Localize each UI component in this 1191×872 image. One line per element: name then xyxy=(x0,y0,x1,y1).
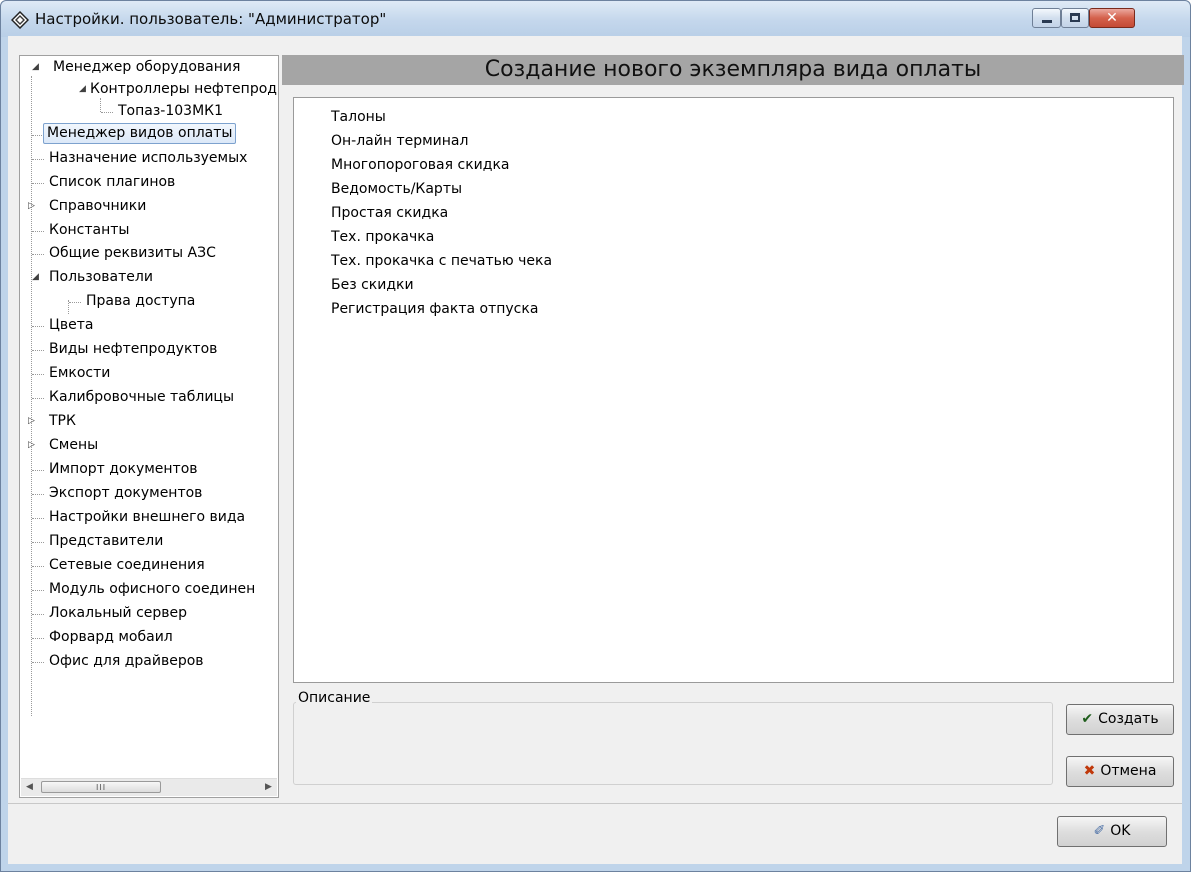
tree-item-label: Справочники xyxy=(49,198,147,214)
list-item[interactable]: Тех. прокачка с печатью чека xyxy=(331,249,552,273)
scroll-right-icon[interactable]: ▶ xyxy=(260,779,277,796)
tree-item-label: Настройки внешнего вида xyxy=(49,509,246,525)
tree-guide-line xyxy=(32,518,44,519)
tree-item-label: Менеджер оборудования xyxy=(53,59,241,75)
tree-item-label: Емкости xyxy=(49,365,111,381)
tree-item-label: Пользователи xyxy=(49,269,153,285)
checkmark-icon: ✔ xyxy=(1081,711,1094,727)
footer-divider xyxy=(8,803,1182,804)
panel-title: Создание нового экземпляра вида оплаты xyxy=(484,57,982,82)
ok-button[interactable]: ✐ OK xyxy=(1057,816,1167,847)
list-item[interactable]: Без скидки xyxy=(331,273,414,297)
tree-item-label: Калибровочные таблицы xyxy=(49,389,235,405)
tree-guide-line xyxy=(32,542,44,543)
collapse-icon[interactable]: ◢ xyxy=(32,266,39,288)
tree-item-label: Константы xyxy=(49,222,130,238)
tree-item-label: Представители xyxy=(49,533,164,549)
tree-guide-line xyxy=(69,302,81,303)
tree-item-label: Менеджер видов оплаты xyxy=(43,123,237,144)
expand-icon[interactable]: ▷ xyxy=(28,195,35,217)
list-item[interactable]: Простая скидка xyxy=(331,201,448,225)
tree-item-label: ТРК xyxy=(49,413,76,429)
description-group xyxy=(293,702,1053,785)
settings-tree[interactable]: ◢ Менеджер оборудования ◢ Контроллеры не… xyxy=(19,55,279,798)
list-item[interactable]: Талоны xyxy=(331,105,386,129)
tree-item-label: Цвета xyxy=(49,317,94,333)
description-label: Описание xyxy=(296,690,373,706)
tree-item-label: Локальный сервер xyxy=(49,605,188,621)
tree-guide-line xyxy=(32,590,44,591)
tree-guide-line xyxy=(32,350,44,351)
tree-guide-line xyxy=(32,398,44,399)
collapse-icon[interactable]: ◢ xyxy=(79,78,86,100)
minimize-button[interactable] xyxy=(1032,8,1061,28)
tree-guide-line xyxy=(32,231,44,232)
list-item[interactable]: Он-лайн терминал xyxy=(331,129,468,153)
app-diamond-icon xyxy=(11,11,29,29)
tree-guide-line xyxy=(32,183,44,184)
tree-guide-line xyxy=(32,638,44,639)
tree-guide-line xyxy=(100,98,101,112)
tree-item-label: Общие реквизиты АЗС xyxy=(49,245,216,261)
tree-item-label: Модуль офисного соединен xyxy=(49,581,256,597)
tree-horizontal-scrollbar[interactable]: ◀ III ▶ xyxy=(21,778,277,796)
close-icon: ✕ xyxy=(1106,10,1118,26)
title-bar[interactable]: Настройки. пользователь: "Администратор"… xyxy=(1,1,1190,37)
tree-item-label: Виды нефтепродуктов xyxy=(49,341,218,357)
tree-guide-line xyxy=(101,112,113,113)
panel-header: Создание нового экземпляра вида оплаты xyxy=(282,55,1184,85)
tree-guide-line xyxy=(31,76,32,716)
cross-icon: ✖ xyxy=(1083,763,1096,779)
maximize-button[interactable] xyxy=(1061,8,1089,28)
tree-item-label: Топаз-103МК1 xyxy=(118,103,223,119)
tree-guide-line xyxy=(32,614,44,615)
close-button[interactable]: ✕ xyxy=(1089,8,1135,28)
list-item[interactable]: Тех. прокачка xyxy=(331,225,434,249)
tree-guide-line xyxy=(32,254,44,255)
cancel-button[interactable]: ✖ Отмена xyxy=(1066,756,1174,787)
maximize-icon xyxy=(1070,13,1080,22)
scrollbar-grip: III xyxy=(96,783,107,792)
tree-item-label: Контроллеры нефтепрод xyxy=(90,81,277,97)
ok-button-label: OK xyxy=(1110,823,1131,839)
scrollbar-thumb[interactable]: III xyxy=(41,781,161,793)
list-item[interactable]: Регистрация факта отпуска xyxy=(331,297,538,321)
tree-item-label: Импорт документов xyxy=(49,461,198,477)
tree-item-label: Права доступа xyxy=(86,293,196,309)
check-pen-icon: ✐ xyxy=(1093,823,1106,839)
tree-guide-line xyxy=(32,326,44,327)
tree-item-label: Список плагинов xyxy=(49,174,176,190)
tree-item-label: Экспорт документов xyxy=(49,485,203,501)
tree-item-label: Смены xyxy=(49,437,99,453)
tree-guide-line xyxy=(32,494,44,495)
tree-item-label: Назначение используемых xyxy=(49,150,248,166)
list-item[interactable]: Ведомость/Карты xyxy=(331,177,462,201)
list-item[interactable]: Многопороговая скидка xyxy=(331,153,509,177)
tree-guide-line xyxy=(32,374,44,375)
cancel-button-label: Отмена xyxy=(1100,763,1157,779)
create-button[interactable]: ✔ Создать xyxy=(1066,704,1174,735)
tree-guide-line xyxy=(32,470,44,471)
tree-item-label: Сетевые соединения xyxy=(49,557,205,573)
expand-icon[interactable]: ▷ xyxy=(28,434,35,456)
tree-guide-line xyxy=(32,159,44,160)
tree-guide-line xyxy=(32,566,44,567)
scroll-left-icon[interactable]: ◀ xyxy=(21,779,38,796)
window-title: Настройки. пользователь: "Администратор" xyxy=(35,10,387,28)
tree-item-label: Форвард мобаил xyxy=(49,629,173,645)
collapse-icon[interactable]: ◢ xyxy=(32,56,39,78)
create-button-label: Создать xyxy=(1098,711,1159,727)
expand-icon[interactable]: ▷ xyxy=(28,410,35,432)
minimize-icon xyxy=(1042,20,1052,23)
tree-guide-line xyxy=(32,662,44,663)
tree-item-label: Офис для драйверов xyxy=(49,653,204,669)
payment-type-list[interactable]: Талоны Он-лайн терминал Многопороговая с… xyxy=(293,97,1174,683)
